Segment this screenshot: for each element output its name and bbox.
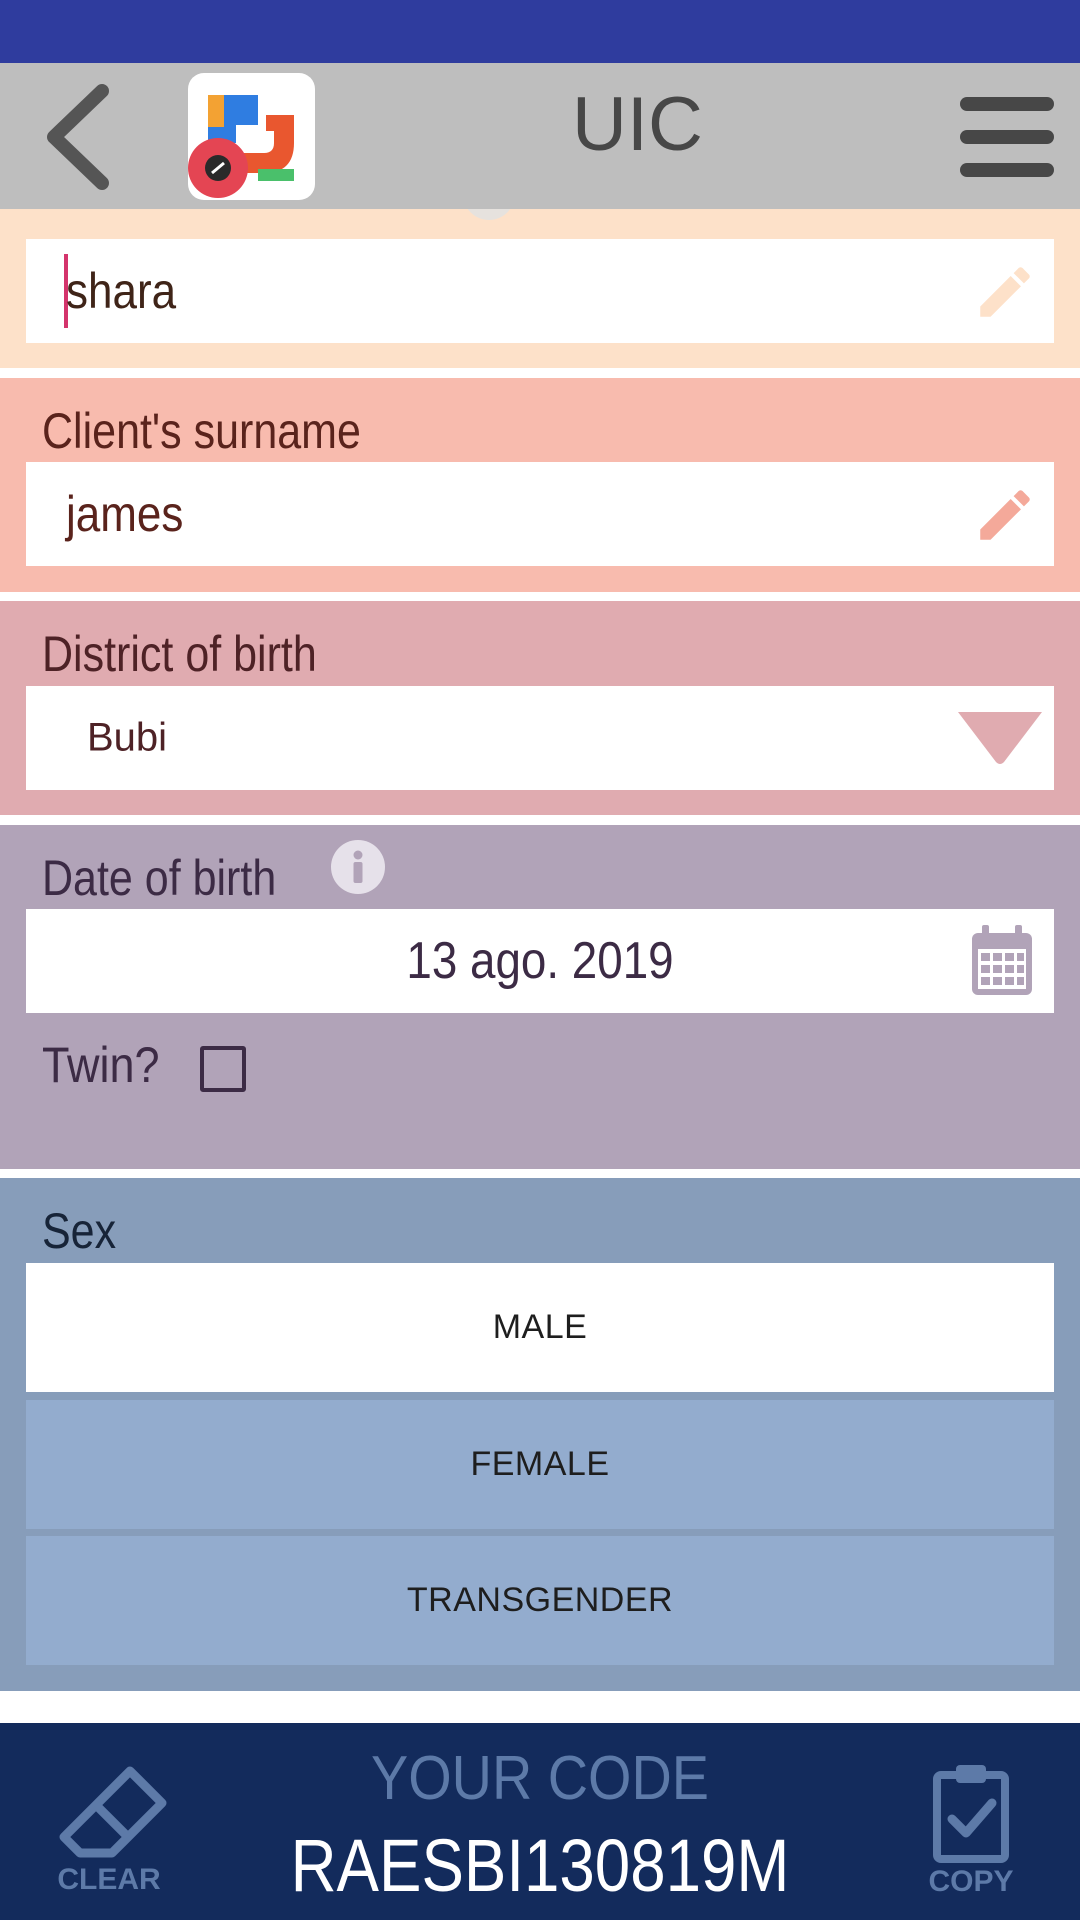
copy-label: COPY: [928, 1865, 1014, 1898]
app-logo-icon: [188, 95, 294, 198]
date-of-birth-section: Date of birth 13 ago. 2019 Twin?: [0, 825, 1080, 1169]
sex-label: Sex: [42, 1203, 117, 1259]
date-of-birth-label: Date of birth: [42, 850, 277, 906]
date-of-birth-picker[interactable]: 13 ago. 2019: [26, 909, 1054, 1013]
district-value: Bubi: [87, 715, 168, 760]
generated-code: RAESBI130819M: [290, 1824, 790, 1907]
back-arrow-icon[interactable]: [40, 83, 110, 191]
app-header: UIC: [0, 63, 1080, 209]
sex-section: Sex MALE FEMALE TRANSGENDER: [0, 1178, 1080, 1691]
client-surname-value: james: [66, 486, 184, 542]
district-of-birth-section: District of birth Bubi: [0, 601, 1080, 815]
dropdown-arrow-icon[interactable]: [954, 708, 1046, 766]
info-icon[interactable]: [331, 840, 385, 894]
twin-checkbox[interactable]: [200, 1046, 246, 1092]
client-surname-input[interactable]: james: [26, 462, 1054, 566]
mother-first-name-value: shara: [66, 263, 177, 319]
page-title: UIC: [572, 82, 703, 167]
sex-option-female[interactable]: FEMALE: [26, 1400, 1054, 1529]
mother-first-name-section: Mother's first name shara: [0, 163, 1080, 368]
clipboard-check-icon: [933, 1765, 1009, 1863]
app-logo: [188, 73, 315, 200]
status-bar: [0, 0, 1080, 63]
sex-option-male[interactable]: MALE: [26, 1263, 1054, 1392]
menu-icon[interactable]: [960, 97, 1054, 177]
pencil-icon[interactable]: [972, 259, 1038, 325]
client-surname-label: Client's surname: [42, 403, 361, 459]
copy-button[interactable]: COPY: [916, 1763, 1026, 1913]
pencil-icon[interactable]: [972, 482, 1038, 548]
twin-label: Twin?: [42, 1037, 160, 1093]
your-code-label: YOUR CODE: [371, 1744, 709, 1813]
district-select[interactable]: Bubi: [26, 686, 1054, 790]
mother-first-name-input[interactable]: shara: [26, 239, 1054, 343]
sex-option-transgender[interactable]: TRANSGENDER: [26, 1536, 1054, 1665]
district-of-birth-label: District of birth: [42, 626, 317, 682]
client-surname-section: Client's surname james: [0, 378, 1080, 592]
date-of-birth-value: 13 ago. 2019: [406, 932, 674, 990]
code-footer: CLEAR YOUR CODE RAESBI130819M COPY: [0, 1723, 1080, 1920]
calendar-icon[interactable]: [970, 925, 1034, 997]
